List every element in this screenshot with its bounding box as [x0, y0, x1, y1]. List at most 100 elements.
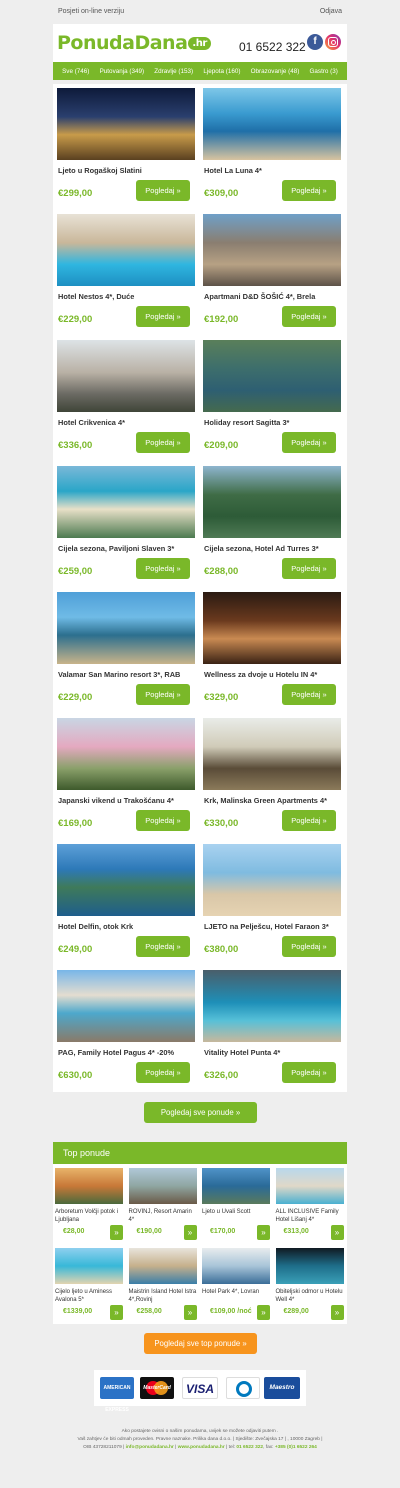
offer-image[interactable]	[203, 844, 341, 916]
offer-image[interactable]	[57, 340, 195, 412]
top-offer-arrow-button[interactable]: »	[330, 1305, 344, 1320]
top-offer-arrow-button[interactable]: »	[110, 1305, 123, 1320]
view-offer-button[interactable]: Pogledaj »	[282, 684, 336, 705]
offer-name[interactable]: Cijela sezona, Paviljoni Slaven 3*	[58, 544, 196, 553]
offer-image[interactable]	[203, 970, 341, 1042]
offer-image[interactable]	[57, 718, 195, 790]
top-offer-card[interactable]: Obiteljski odmor u Hotelu Well 4* €289,00…	[274, 1244, 346, 1322]
top-offer-card[interactable]: ROVINJ, Resort Amarin 4* €190,00 »	[127, 1164, 199, 1242]
offer-name[interactable]: LJETO na Pelješcu, Hotel Faraon 3*	[204, 922, 342, 931]
offer-image[interactable]	[203, 592, 341, 664]
offer-card[interactable]: PAG, Family Hotel Pagus 4* -20% €630,00 Po…	[53, 966, 199, 1092]
view-offer-button[interactable]: Pogledaj »	[136, 1062, 190, 1083]
top-offer-arrow-button[interactable]: »	[183, 1305, 197, 1320]
category-beauty[interactable]: Ljepota (160)	[203, 68, 240, 75]
offer-card[interactable]: Ljeto u Rogaškoj Slatini €299,00 Pogledaj …	[53, 84, 199, 210]
top-offer-name[interactable]: Hotel Park 4*, Lovran	[202, 1288, 272, 1296]
all-top-offers-button[interactable]: Pogledaj sve top ponude »	[144, 1333, 257, 1354]
view-offer-button[interactable]: Pogledaj »	[282, 810, 336, 831]
offer-name[interactable]: Cijela sezona, Hotel Ad Turres 3*	[204, 544, 342, 553]
view-offer-button[interactable]: Pogledaj »	[282, 180, 336, 201]
category-gastro[interactable]: Gastro (3)	[310, 68, 338, 75]
offer-name[interactable]: Hotel Nestos 4*, Duće	[58, 292, 196, 301]
top-offer-image[interactable]	[275, 1168, 344, 1204]
view-offer-button[interactable]: Pogledaj »	[282, 558, 336, 579]
top-offer-image[interactable]	[275, 1248, 344, 1284]
offer-name[interactable]: Hotel Crikvenica 4*	[58, 418, 196, 427]
top-offer-card[interactable]: Maistrin Island Hotel Istra 4*,Rovinj €25…	[127, 1244, 199, 1322]
offer-image[interactable]	[57, 466, 195, 538]
top-offer-image[interactable]	[55, 1248, 123, 1284]
offer-card[interactable]: Holiday resort Sagitta 3* €209,00 Pogledaj…	[199, 336, 345, 462]
offer-name[interactable]: Krk, Malinska Green Apartments 4*	[204, 796, 342, 805]
top-offer-image[interactable]	[202, 1248, 270, 1284]
top-offer-image[interactable]	[128, 1248, 197, 1284]
offer-card[interactable]: Hotel Crikvenica 4* €336,00 Pogledaj »	[53, 336, 199, 462]
offer-card[interactable]: Cijela sezona, Paviljoni Slaven 3* €259,0…	[53, 462, 199, 588]
offer-card[interactable]: Krk, Malinska Green Apartments 4* €330,00…	[199, 714, 345, 840]
offer-card[interactable]: Valamar San Marino resort 3*, RAB €229,00…	[53, 588, 199, 714]
offer-image[interactable]	[203, 340, 341, 412]
top-offer-name[interactable]: Obiteljski odmor u Hotelu Well 4*	[276, 1288, 346, 1304]
offer-image[interactable]	[57, 592, 195, 664]
offer-card[interactable]: Apartmani D&D ŠOŠIĆ 4*, Brela €192,00 Pogl…	[199, 210, 345, 336]
footer-email-link[interactable]: info@ponudadana.hr	[126, 1445, 174, 1450]
top-offer-arrow-button[interactable]: »	[257, 1225, 270, 1240]
view-offer-button[interactable]: Pogledaj »	[136, 306, 190, 327]
top-offer-card[interactable]: Cijelo ljeto u Aminess Avalona 5* €1339,0…	[53, 1244, 125, 1322]
offer-card[interactable]: Vitality Hotel Punta 4* €326,00 Pogledaj »	[199, 966, 345, 1092]
top-offer-card[interactable]: Ljeto u Uvali Scott €170,00 »	[200, 1164, 272, 1242]
unsubscribe-link[interactable]: Odjava	[320, 8, 342, 15]
top-offer-arrow-button[interactable]: »	[257, 1305, 270, 1320]
logo[interactable]: PonudaDana .hr	[57, 32, 211, 54]
offer-card[interactable]: LJETO na Pelješcu, Hotel Faraon 3* €380,0…	[199, 840, 345, 966]
top-offer-name[interactable]: Arboretum Volčji potok i Ljubljana	[55, 1208, 125, 1224]
instagram-icon[interactable]	[325, 34, 341, 50]
offer-name[interactable]: PAG, Family Hotel Pagus 4* -20%	[58, 1048, 196, 1057]
offer-name[interactable]: Holiday resort Sagitta 3*	[204, 418, 342, 427]
category-all[interactable]: Sve (746)	[62, 68, 89, 75]
offer-card[interactable]: Cijela sezona, Hotel Ad Turres 3* €288,00…	[199, 462, 345, 588]
top-offer-image[interactable]	[202, 1168, 270, 1204]
offer-image[interactable]	[203, 214, 341, 286]
offer-name[interactable]: Ljeto u Rogaškoj Slatini	[58, 166, 196, 175]
top-offer-arrow-button[interactable]: »	[183, 1225, 197, 1240]
offer-image[interactable]	[203, 466, 341, 538]
offer-name[interactable]: Hotel Delfin, otok Krk	[58, 922, 196, 931]
online-version-link[interactable]: Posjeti on-line verziju	[58, 8, 124, 15]
offer-image[interactable]	[203, 88, 341, 160]
offer-card[interactable]: Hotel Nestos 4*, Duće €229,00 Pogledaj »	[53, 210, 199, 336]
view-offer-button[interactable]: Pogledaj »	[282, 306, 336, 327]
offer-image[interactable]	[57, 214, 195, 286]
category-education[interactable]: Obrazovanje (48)	[251, 68, 300, 75]
offer-image[interactable]	[57, 88, 195, 160]
view-offer-button[interactable]: Pogledaj »	[282, 1062, 336, 1083]
view-offer-button[interactable]: Pogledaj »	[282, 936, 336, 957]
top-offer-name[interactable]: Maistrin Island Hotel Istra 4*,Rovinj	[129, 1288, 199, 1304]
offer-image[interactable]	[57, 844, 195, 916]
top-offer-name[interactable]: Ljeto u Uvali Scott	[202, 1208, 272, 1216]
top-offer-card[interactable]: Hotel Park 4*, Lovran €109,00 /noć »	[200, 1244, 272, 1322]
view-offer-button[interactable]: Pogledaj »	[136, 684, 190, 705]
offer-card[interactable]: Hotel Delfin, otok Krk €249,00 Pogledaj »	[53, 840, 199, 966]
offer-card[interactable]: Japanski vikend u Trakošćanu 4* €169,00 Po…	[53, 714, 199, 840]
top-offer-image[interactable]	[55, 1168, 123, 1204]
top-offer-name[interactable]: ROVINJ, Resort Amarin 4*	[129, 1208, 199, 1224]
top-offer-arrow-button[interactable]: »	[330, 1225, 344, 1240]
view-offer-button[interactable]: Pogledaj »	[136, 810, 190, 831]
category-travel[interactable]: Putovanja (349)	[100, 68, 144, 75]
offer-name[interactable]: Japanski vikend u Trakošćanu 4*	[58, 796, 196, 805]
top-offer-image[interactable]	[128, 1168, 197, 1204]
offer-name[interactable]: Vitality Hotel Punta 4*	[204, 1048, 342, 1057]
view-offer-button[interactable]: Pogledaj »	[136, 558, 190, 579]
top-offer-card[interactable]: ALL INCLUSIVE Family Hotel Lišanj 4* €313…	[274, 1164, 346, 1242]
footer-website-link[interactable]: www.ponudadana.hr	[178, 1445, 225, 1450]
view-offer-button[interactable]: Pogledaj »	[136, 180, 190, 201]
view-offer-button[interactable]: Pogledaj »	[282, 432, 336, 453]
all-offers-button[interactable]: Pogledaj sve ponude »	[144, 1102, 257, 1123]
top-offer-name[interactable]: Cijelo ljeto u Aminess Avalona 5*	[55, 1288, 125, 1304]
offer-name[interactable]: Hotel La Luna 4*	[204, 166, 342, 175]
offer-name[interactable]: Wellness za dvoje u Hotelu IN 4*	[204, 670, 342, 679]
top-offer-arrow-button[interactable]: »	[110, 1225, 123, 1240]
facebook-icon[interactable]: f	[307, 34, 323, 50]
